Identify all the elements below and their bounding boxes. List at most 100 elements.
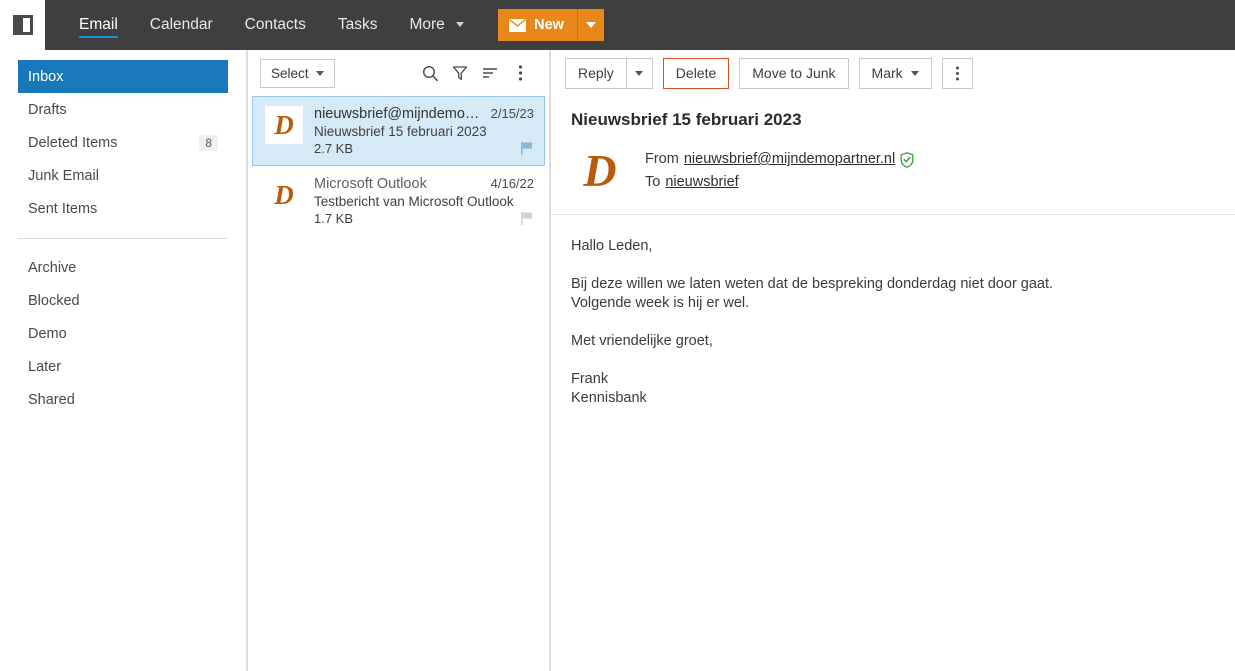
page-title: Nieuwsbrief 15 februari 2023	[571, 110, 802, 129]
message-list-more-options-button[interactable]	[505, 58, 535, 88]
message-list-toolbar: Select	[248, 50, 549, 96]
envelope-icon	[509, 18, 527, 32]
nav-active-underline	[79, 36, 118, 38]
message-body: Hallo Leden, Bij deze willen we laten we…	[551, 215, 1235, 430]
reading-pane: Reply Delete Move to Junk Mark Nieuwsbri…	[551, 50, 1235, 671]
reply-button-group: Reply	[565, 57, 653, 89]
nav-item-email[interactable]: Email	[63, 0, 134, 50]
body-closing: Met vriendelijke groet,	[571, 333, 713, 349]
message-summary: nieuwsbrief@mijndemop… 2/15/23 Nieuwsbri…	[314, 106, 534, 156]
folder-label: Demo	[28, 325, 67, 342]
table-row[interactable]: D nieuwsbrief@mijndemop… 2/15/23 Nieuwsb…	[252, 96, 545, 166]
folder-count-badge: 8	[199, 134, 218, 151]
more-options-icon	[518, 65, 522, 81]
message-size: 1.7 KB	[314, 211, 354, 226]
folder-sidebar: Inbox Drafts Deleted Items 8 Junk Email …	[0, 50, 248, 671]
to-label: To	[645, 174, 661, 190]
sidebar-divider	[18, 238, 228, 239]
sort-icon	[482, 68, 497, 78]
sidebar-item-inbox[interactable]: Inbox	[18, 60, 228, 93]
mark-button[interactable]: Mark	[858, 57, 932, 89]
body-signature: Frank Kennisbank	[571, 370, 1215, 408]
reply-button[interactable]: Reply	[565, 57, 626, 89]
chevron-down-icon	[635, 70, 644, 76]
from-label: From	[645, 151, 679, 167]
message-sender: nieuwsbrief@mijndemop…	[314, 106, 485, 122]
nav-item-label: Email	[79, 16, 118, 33]
nav-item-more[interactable]: More	[393, 0, 480, 50]
top-bar: Email Calendar Contacts Tasks More New	[0, 0, 1235, 50]
message-list-pane: Select D nieuwsbrief@mijndemop… 2/15/23 …	[248, 50, 551, 671]
nav-item-contacts[interactable]: Contacts	[229, 0, 322, 50]
avatar: D	[274, 179, 294, 210]
chevron-down-icon	[315, 70, 324, 76]
message-header: Nieuwsbrief 15 februari 2023 D From nieu…	[551, 96, 1235, 214]
message-sender: Microsoft Outlook	[314, 176, 427, 192]
more-options-icon	[955, 66, 959, 80]
new-button-group: New	[498, 9, 604, 41]
chevron-down-icon	[910, 70, 919, 76]
delete-button-label: Delete	[675, 65, 717, 81]
from-address-link[interactable]: nieuwsbrief@mijndemopartner.nl	[684, 148, 895, 171]
flag-icon[interactable]	[520, 211, 534, 226]
new-button[interactable]: New	[498, 9, 577, 41]
body-greeting: Hallo Leden,	[571, 238, 653, 254]
select-dropdown[interactable]: Select	[260, 58, 335, 88]
message-subject: Testbericht van Microsoft Outlook	[314, 194, 514, 209]
main-area: Inbox Drafts Deleted Items 8 Junk Email …	[0, 50, 1235, 671]
to-address-link[interactable]: nieuwsbrief	[665, 171, 738, 194]
sort-button[interactable]	[475, 58, 505, 88]
nav-item-label: Contacts	[244, 16, 306, 33]
nav-item-calendar[interactable]: Calendar	[134, 0, 229, 50]
reading-pane-toolbar: Reply Delete Move to Junk Mark	[551, 50, 1235, 96]
from-line: From nieuwsbrief@mijndemopartner.nl	[645, 148, 914, 171]
folder-label: Archive	[28, 259, 77, 276]
folder-label: Later	[28, 358, 62, 375]
message-date: 4/16/22	[490, 176, 534, 191]
folder-label: Shared	[28, 391, 75, 408]
folder-label: Sent Items	[28, 200, 98, 217]
chevron-down-icon	[585, 22, 596, 28]
search-icon	[422, 65, 438, 81]
search-button[interactable]	[415, 58, 445, 88]
sidebar-toggle-button[interactable]	[0, 0, 45, 50]
table-row[interactable]: D Microsoft Outlook 4/16/22 Testbericht …	[252, 166, 545, 236]
folder-label: Blocked	[28, 292, 80, 309]
primary-nav: Email Calendar Contacts Tasks More New	[45, 0, 1235, 50]
sidebar-item-archive[interactable]: Archive	[18, 251, 228, 284]
reply-button-label: Reply	[578, 65, 614, 81]
nav-item-label: More	[409, 16, 445, 33]
signature-name: Frank	[571, 371, 609, 387]
message-size: 2.7 KB	[314, 141, 354, 156]
avatar: D	[265, 106, 303, 144]
sidebar-item-drafts[interactable]: Drafts	[18, 93, 228, 126]
nav-item-tasks[interactable]: Tasks	[322, 0, 394, 50]
filter-icon	[452, 66, 468, 81]
sidebar-item-sent-items[interactable]: Sent Items	[18, 192, 228, 225]
folder-label: Drafts	[28, 101, 67, 118]
folder-label: Junk Email	[28, 167, 99, 184]
reply-dropdown-button[interactable]	[625, 57, 653, 89]
message-subject: Nieuwsbrief 15 februari 2023	[314, 124, 487, 139]
nav-item-label: Tasks	[337, 16, 378, 33]
folder-label: Deleted Items	[28, 134, 118, 151]
sidebar-item-demo[interactable]: Demo	[18, 317, 228, 350]
body-paragraph: Bij deze willen we laten weten dat de be…	[571, 275, 1215, 313]
sidebar-item-blocked[interactable]: Blocked	[18, 284, 228, 317]
select-dropdown-label: Select	[271, 65, 309, 81]
sidebar-item-deleted-items[interactable]: Deleted Items 8	[18, 126, 228, 159]
move-to-junk-button[interactable]: Move to Junk	[739, 57, 849, 89]
reading-pane-more-options-button[interactable]	[941, 57, 973, 89]
delete-button[interactable]: Delete	[662, 57, 730, 89]
body-paragraph-line-2: Volgende week is hij er wel.	[571, 295, 750, 311]
verified-shield-icon	[900, 151, 914, 168]
filter-button[interactable]	[445, 58, 475, 88]
nav-item-label: Calendar	[149, 16, 213, 33]
sidebar-item-later[interactable]: Later	[18, 350, 228, 383]
sidebar-item-shared[interactable]: Shared	[18, 383, 228, 416]
flag-icon[interactable]	[520, 141, 534, 156]
new-button-dropdown[interactable]	[576, 9, 604, 41]
folder-label: Inbox	[28, 68, 64, 85]
address-block: From nieuwsbrief@mijndemopartner.nl To n…	[645, 142, 914, 194]
sidebar-item-junk-email[interactable]: Junk Email	[18, 159, 228, 192]
